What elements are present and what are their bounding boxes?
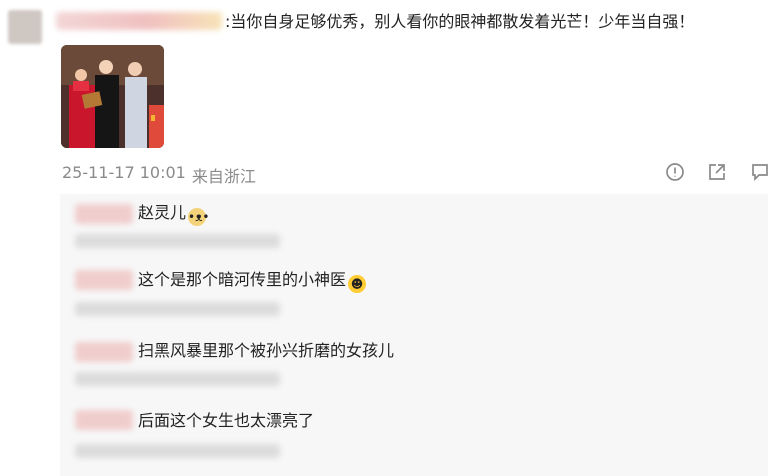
post-image[interactable] (61, 45, 164, 148)
comment-author-blurred[interactable] (75, 270, 133, 290)
comment-author-blurred[interactable] (75, 204, 133, 224)
comment-meta-blurred (75, 234, 280, 248)
post-timestamp: 25-11-17 10:01 (62, 163, 186, 182)
comment-author-blurred[interactable] (75, 410, 133, 430)
comment-meta-blurred (75, 372, 280, 386)
comment-text: 这个是那个暗河传里的小神医 (138, 270, 347, 289)
report-icon[interactable] (663, 160, 687, 184)
comment-text: 后面这个女生也太漂亮了 (138, 411, 315, 430)
author-name-blurred[interactable] (56, 12, 222, 30)
comment-author-blurred[interactable] (75, 342, 133, 362)
share-icon[interactable] (705, 160, 729, 184)
comment-text: 扫黑风暴里那个被孙兴折磨的女孩儿 (138, 341, 395, 360)
comment-text: 赵灵儿 (138, 203, 187, 222)
post-source: 来自浙江 (191, 167, 256, 186)
comment-item: 后面这个女生也太漂亮了 (138, 410, 314, 432)
grin-emoji: ☻ (348, 275, 367, 293)
comment-meta-blurred (75, 444, 280, 458)
comment-icon[interactable] (748, 160, 768, 184)
post-meta: 25-11-17 10:01 来自浙江 (62, 163, 256, 187)
dog-face-emoji: •ᴥ• (188, 208, 210, 226)
comment-meta-blurred (75, 302, 280, 316)
comment-item: 扫黑风暴里那个被孙兴折磨的女孩儿 (138, 340, 394, 362)
comment-item: 赵灵儿 •ᴥ• (138, 202, 210, 226)
comment-item: 这个是那个暗河传里的小神医 ☻ (138, 269, 367, 293)
author-avatar[interactable] (8, 10, 42, 44)
comment-panel: 赵灵儿 •ᴥ• 这个是那个暗河传里的小神医 ☻ 扫黑风暴里那个被孙兴折磨的女孩儿 后… (60, 194, 768, 476)
post-text: :当你自身足够优秀，别人看你的眼神都散发着光芒！少年当自强！ (225, 12, 695, 31)
